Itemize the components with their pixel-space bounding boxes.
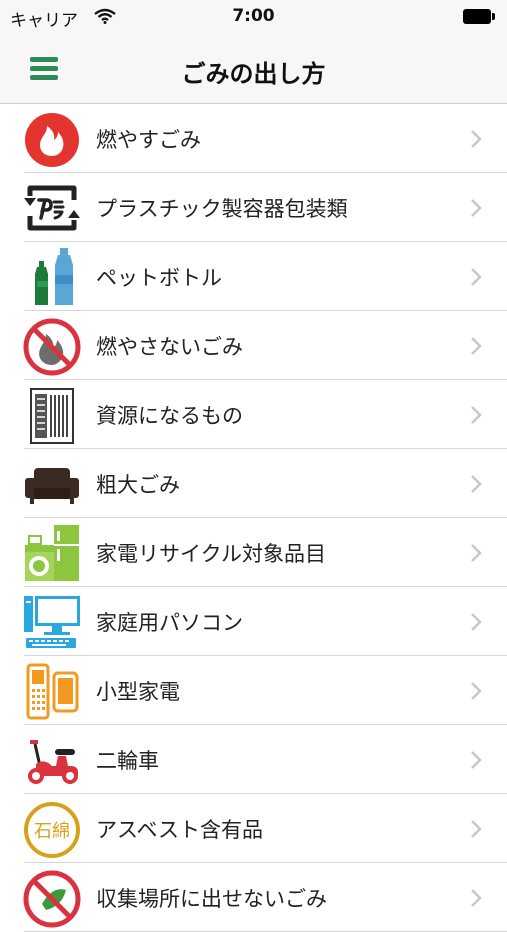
list-item-plastic[interactable]: プラスチック製容器包装類 — [0, 173, 507, 242]
list-item-label: 二輪車 — [96, 749, 159, 773]
chevron-right-icon — [471, 820, 482, 838]
flame-icon — [25, 113, 79, 167]
category-list: 燃やすごみ プラスチック製容器包装類 ペットボトル 燃やさないごみ 資源になるも… — [0, 104, 507, 932]
list-item-pet[interactable]: ペットボトル — [0, 242, 507, 311]
list-item-motorbike[interactable]: 二輪車 — [0, 725, 507, 794]
list-item-not-collected[interactable]: 収集場所に出せないごみ — [0, 863, 507, 932]
list-item-label: 燃やすごみ — [96, 128, 201, 152]
chevron-right-icon — [471, 475, 482, 493]
svg-text:石綿: 石綿 — [34, 821, 70, 842]
newspaper-icon — [30, 388, 74, 444]
status-bar: キャリア 7:00 — [0, 0, 507, 34]
list-item-resources[interactable]: 資源になるもの — [0, 380, 507, 449]
list-item-label: 粗大ごみ — [96, 473, 180, 497]
list-item-nonburnable[interactable]: 燃やさないごみ — [0, 311, 507, 380]
chevron-right-icon — [471, 199, 482, 217]
status-time: 7:00 — [232, 6, 275, 26]
battery-icon — [463, 9, 495, 24]
list-item-label: プラスチック製容器包装類 — [96, 197, 348, 221]
list-item-label: 収集場所に出せないごみ — [96, 887, 327, 911]
computer-icon — [24, 596, 80, 648]
list-item-label: 資源になるもの — [96, 404, 243, 428]
chevron-right-icon — [471, 268, 482, 286]
no-collect-icon — [23, 870, 81, 928]
list-item-label: アスベスト含有品 — [96, 818, 263, 842]
list-item-label: 小型家電 — [96, 680, 180, 704]
no-burn-icon — [23, 318, 81, 376]
chevron-right-icon — [471, 751, 482, 769]
list-item-label: ペットボトル — [96, 266, 222, 290]
nav-bar: ごみの出し方 — [0, 34, 507, 104]
plastic-recycle-icon — [24, 185, 80, 231]
asbestos-badge-icon: 石綿 — [24, 802, 80, 858]
pet-bottle-icon — [35, 248, 73, 305]
chevron-right-icon — [471, 613, 482, 631]
list-item-oversized[interactable]: 粗大ごみ — [0, 449, 507, 518]
page-title: ごみの出し方 — [181, 60, 326, 88]
appliances-icon — [25, 525, 79, 581]
list-item-appliances[interactable]: 家電リサイクル対象品目 — [0, 518, 507, 587]
chevron-right-icon — [471, 889, 482, 907]
chevron-right-icon — [471, 682, 482, 700]
chevron-right-icon — [471, 544, 482, 562]
chevron-right-icon — [471, 130, 482, 148]
list-item-label: 家電リサイクル対象品目 — [96, 542, 326, 566]
list-item-small-appliances[interactable]: 小型家電 — [0, 656, 507, 725]
scooter-icon — [28, 740, 78, 784]
list-item-burnable[interactable]: 燃やすごみ — [0, 104, 507, 173]
list-item-asbestos[interactable]: 石綿 アスベスト含有品 — [0, 794, 507, 863]
list-item-pc[interactable]: 家庭用パソコン — [0, 587, 507, 656]
list-item-label: 燃やさないごみ — [96, 335, 243, 359]
phone-icon — [26, 663, 79, 720]
sofa-icon — [25, 468, 79, 504]
chevron-right-icon — [471, 406, 482, 424]
list-item-label: 家庭用パソコン — [96, 611, 243, 635]
chevron-right-icon — [471, 337, 482, 355]
